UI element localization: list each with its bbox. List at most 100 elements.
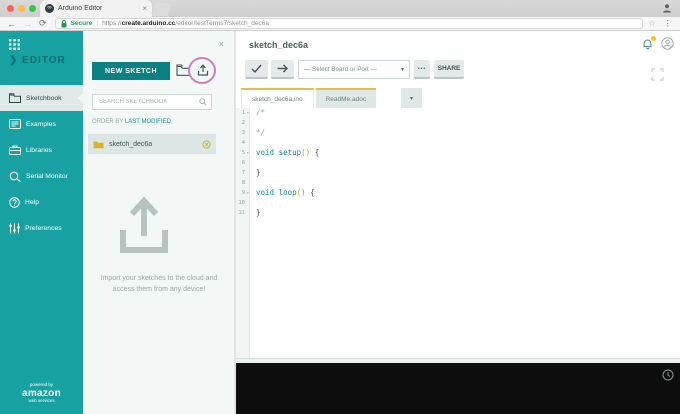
share-button[interactable]: SHARE bbox=[434, 60, 464, 79]
screen: ∞ Arduino Editor × ← → ⟳ Secure | https:… bbox=[0, 0, 680, 414]
sidebar-item-libraries[interactable]: Libraries bbox=[0, 137, 83, 163]
apps-grid-icon[interactable] bbox=[9, 39, 20, 50]
sidebar-item-label: Serial Monitor bbox=[26, 172, 68, 180]
fold-caret-icon[interactable]: ▾ bbox=[247, 188, 249, 198]
code-line: /* bbox=[256, 108, 680, 118]
chevron-down-icon: ▾ bbox=[400, 67, 404, 73]
line-number: 3 bbox=[241, 130, 245, 136]
fold-caret-icon[interactable]: ▾ bbox=[247, 108, 249, 118]
sidebar-item-label: Preferences bbox=[25, 224, 62, 232]
code-body[interactable]: /* */void setup() {} void loop() {} bbox=[250, 108, 680, 358]
account-user-icon[interactable] bbox=[661, 37, 674, 50]
code-token: { bbox=[310, 148, 320, 157]
window-minimize-button[interactable] bbox=[18, 5, 25, 12]
gutter-line: 6 bbox=[236, 158, 249, 168]
code-token: () bbox=[296, 188, 306, 197]
gutter-line: 10 bbox=[236, 198, 249, 208]
secure-label: Secure bbox=[70, 20, 93, 27]
code-line: */ bbox=[256, 128, 680, 138]
tab-readme-adoc[interactable]: ReadMe.adoc bbox=[315, 88, 377, 108]
code-token: */ bbox=[256, 128, 266, 137]
sidebar-item-label: Examples bbox=[26, 120, 56, 128]
fold-caret-icon[interactable]: ▾ bbox=[247, 148, 249, 158]
window-close-button[interactable] bbox=[7, 5, 14, 12]
board-port-select[interactable]: — Select Board or Port — ▾ bbox=[298, 60, 410, 79]
browser-tab[interactable]: ∞ Arduino Editor × bbox=[40, 0, 152, 17]
sidebar-item-sketchbook[interactable]: Sketchbook bbox=[0, 85, 83, 111]
browser-navbar: ← → ⟳ Secure | https://create.arduino.cc… bbox=[0, 17, 680, 31]
editor-main: sketch_dec6a — Select Board or Port — ▾ … bbox=[235, 31, 680, 414]
sidebar-item-examples[interactable]: Examples bbox=[0, 111, 83, 137]
verify-button[interactable] bbox=[245, 60, 268, 79]
code-token: } bbox=[256, 168, 261, 177]
order-by-value[interactable]: LAST MODIFIED bbox=[125, 119, 171, 125]
tab-sketch-dec6a-ino[interactable]: sketch_dec6a.ino bbox=[241, 88, 314, 108]
sketchbook-folder-icon bbox=[9, 93, 21, 103]
line-number: 5 bbox=[241, 150, 245, 156]
gutter-line: 9 ▾ bbox=[236, 188, 249, 198]
line-number: 4 bbox=[241, 140, 245, 146]
editor-tabs: sketch_dec6a.ino ReadMe.adoc bbox=[241, 88, 377, 108]
tab-close-icon[interactable]: × bbox=[142, 4, 147, 13]
fullscreen-expand-icon[interactable] bbox=[651, 68, 664, 81]
line-number: 1 bbox=[241, 110, 245, 116]
sidebar-item-preferences[interactable]: Preferences bbox=[0, 215, 83, 241]
line-number: 9 bbox=[241, 190, 245, 196]
tabs-dropdown-button[interactable]: ▾ bbox=[401, 88, 422, 108]
code-editor[interactable]: 1 ▾ 2 3 4 5 ▾ 6 7 8 9 ▾ 10 11 /* */void setup() {} void… bbox=[236, 108, 680, 358]
sidebar-item-label: Sketchbook bbox=[26, 94, 62, 102]
sidebar-item-help[interactable]: Help bbox=[0, 189, 83, 215]
omnibox-separator: | bbox=[96, 20, 99, 27]
serial-monitor-icon bbox=[9, 171, 21, 182]
address-bar[interactable]: Secure | https://create.arduino.cc/edito… bbox=[54, 18, 643, 29]
sidebar: ❯ EDITOR Sketchbook Examples Libraries Seri… bbox=[0, 31, 83, 414]
check-icon bbox=[251, 64, 262, 73]
sketch-list-item[interactable]: sketch_dec6a bbox=[88, 134, 216, 154]
reload-icon[interactable]: ⟳ bbox=[39, 18, 47, 29]
sketch-list: sketch_dec6a bbox=[88, 134, 216, 154]
sidebar-item-serial-monitor[interactable]: Serial Monitor bbox=[0, 163, 83, 189]
search-sketchbook-input[interactable] bbox=[97, 98, 196, 106]
line-number: 8 bbox=[241, 180, 245, 186]
sidebar-item-label: Help bbox=[25, 198, 39, 206]
bookmark-star-icon[interactable]: ☆ bbox=[649, 19, 656, 28]
url-text: https://create.arduino.cc/editor/testTer… bbox=[102, 20, 269, 27]
browser-profile-icon[interactable] bbox=[662, 3, 672, 13]
search-icon bbox=[199, 98, 207, 106]
active-item-notch bbox=[73, 93, 83, 103]
notification-badge bbox=[651, 36, 656, 41]
line-number: 10 bbox=[238, 200, 245, 206]
aws-sub: web services bbox=[28, 398, 55, 404]
console-history-clock-icon[interactable] bbox=[662, 369, 674, 381]
line-number: 2 bbox=[241, 120, 245, 126]
sketch-options-gear-icon[interactable] bbox=[202, 139, 211, 149]
sketch-title: sketch_dec6a bbox=[249, 40, 309, 50]
aws-logo: powered by amazon web services bbox=[0, 382, 83, 404]
gutter-line: 4 bbox=[236, 138, 249, 148]
upload-button[interactable] bbox=[271, 60, 294, 79]
new-tab-button[interactable] bbox=[151, 3, 173, 16]
panel-close-icon[interactable]: × bbox=[219, 39, 224, 49]
forward-icon[interactable]: → bbox=[23, 19, 32, 29]
code-token: setup bbox=[278, 148, 302, 157]
console-output bbox=[236, 363, 680, 414]
browser-tab-title: Arduino Editor bbox=[58, 5, 103, 12]
more-options-button[interactable]: ••• bbox=[414, 60, 430, 79]
examples-icon bbox=[9, 119, 21, 129]
tab-label: sketch_dec6a.ino bbox=[252, 95, 303, 103]
url-domain: create.arduino.cc bbox=[121, 20, 176, 27]
code-token: loop bbox=[278, 188, 297, 197]
line-number-gutter: 1 ▾ 2 3 4 5 ▾ 6 7 8 9 ▾ 10 11 bbox=[236, 108, 250, 358]
import-hint-text: Import your sketches to the cloud and ac… bbox=[100, 275, 218, 293]
search-box bbox=[92, 94, 212, 110]
arduino-favicon: ∞ bbox=[45, 4, 54, 13]
back-icon[interactable]: ← bbox=[7, 19, 16, 29]
import-highlight-ring bbox=[188, 57, 216, 84]
window-zoom-button[interactable] bbox=[29, 5, 36, 12]
browser-menu-icon[interactable]: ⋮ bbox=[664, 19, 672, 28]
code-token: void bbox=[256, 148, 279, 157]
help-icon bbox=[9, 196, 20, 208]
new-sketch-button[interactable]: NEW SKETCH bbox=[92, 62, 170, 80]
